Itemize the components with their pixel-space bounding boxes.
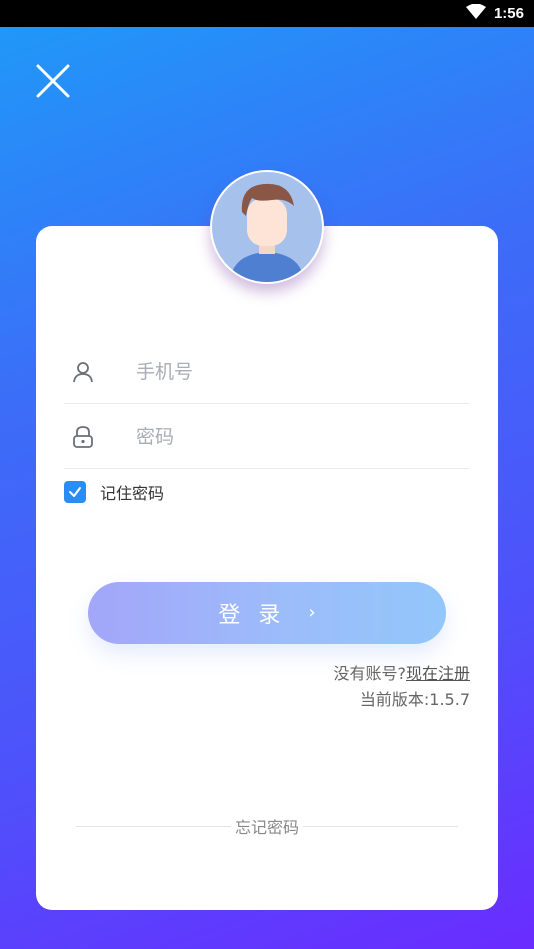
register-link[interactable]: 现在注册: [406, 664, 470, 683]
lock-icon: [64, 425, 102, 449]
remember-password[interactable]: 记住密码: [64, 480, 164, 504]
divider-right: [303, 825, 459, 827]
login-card: [36, 226, 498, 910]
version-text: 当前版本:1.5.7: [359, 690, 470, 709]
remember-checkbox[interactable]: [64, 481, 86, 503]
check-icon: [69, 487, 81, 497]
forgot-password-row: 忘记密码: [76, 814, 459, 838]
chevron-right-icon: ›: [308, 601, 316, 623]
forgot-password-link[interactable]: 忘记密码: [231, 814, 303, 838]
no-account-text: 没有账号?: [333, 664, 406, 683]
phone-input[interactable]: [136, 360, 436, 383]
status-bar: 1:56: [0, 0, 534, 27]
user-icon: [64, 361, 102, 383]
close-button[interactable]: [34, 62, 72, 100]
login-button-label: 登录: [218, 603, 299, 628]
close-icon: [36, 64, 70, 98]
login-button[interactable]: 登录 ›: [88, 582, 446, 644]
register-prompt: 没有账号?现在注册: [333, 660, 470, 684]
divider-left: [76, 825, 231, 827]
status-time: 1:56: [493, 5, 524, 22]
password-field[interactable]: [64, 405, 470, 469]
wifi-icon: [465, 3, 486, 24]
remember-label: 记住密码: [100, 484, 165, 503]
password-input[interactable]: [136, 425, 436, 448]
avatar: [210, 170, 324, 284]
phone-field[interactable]: [64, 340, 470, 404]
